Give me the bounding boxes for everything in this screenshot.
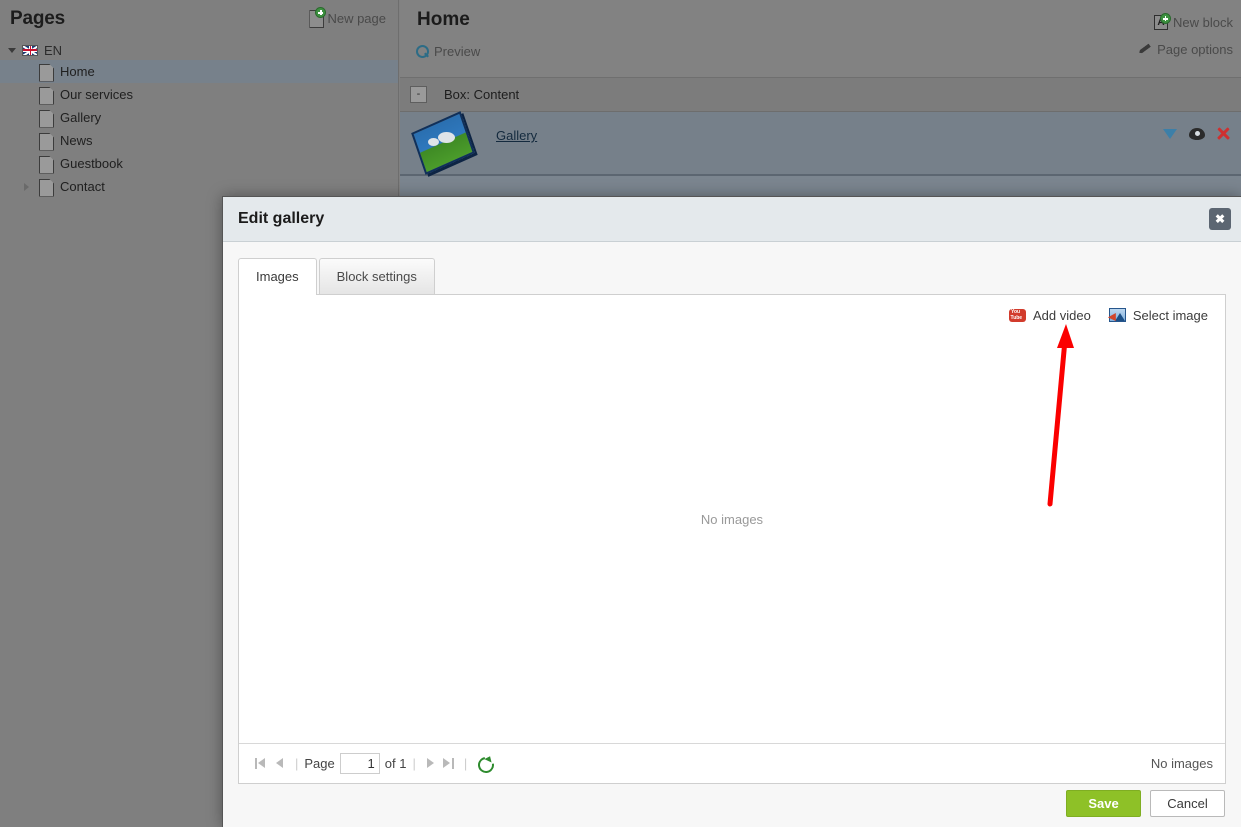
uk-flag-icon [22, 44, 38, 56]
gallery-image-icon [411, 111, 475, 175]
pager-status: No images [1150, 756, 1213, 771]
new-page-icon [309, 7, 327, 26]
page-icon [39, 64, 52, 80]
dialog-actions: Save Cancel [1066, 779, 1225, 827]
images-panel: Add video Select image No images | Page [238, 294, 1226, 784]
delete-x-icon[interactable] [1216, 126, 1231, 141]
tab-images[interactable]: Images [238, 258, 317, 295]
box-label: Box: Content [444, 87, 520, 102]
page-options-button[interactable]: Page options [1137, 42, 1233, 57]
last-page-button[interactable] [440, 755, 458, 773]
box-collapse-toggle[interactable]: - [410, 86, 427, 103]
pages-panel-header: Pages New page [0, 0, 398, 38]
sidebar-item-contact[interactable]: Contact [0, 175, 398, 198]
page-icon [39, 110, 52, 126]
page-number-input[interactable] [339, 753, 380, 774]
content-header: Home Preview A New block Page options [400, 0, 1241, 78]
pager-separator: | [412, 756, 416, 771]
sidebar-item-label: Home [60, 64, 95, 79]
page-icon [39, 179, 52, 195]
language-label: EN [44, 42, 63, 58]
box-header-row: - Box: Content [400, 78, 1241, 112]
pager-toolbar: | Page of 1 | | No images [239, 743, 1225, 783]
preview-button[interactable]: Preview [416, 44, 480, 59]
next-page-button[interactable] [422, 755, 440, 773]
pager-separator: | [463, 756, 468, 771]
search-icon [416, 45, 429, 58]
gallery-block-row[interactable]: Gallery [400, 111, 1241, 176]
dialog-title: Edit gallery [238, 210, 325, 227]
eye-icon[interactable] [1189, 127, 1205, 140]
dialog-header: Edit gallery ✖ [223, 197, 1241, 242]
sidebar-item-label: News [60, 133, 93, 148]
pencil-icon [1137, 43, 1152, 57]
chevron-down-icon[interactable] [1163, 127, 1178, 140]
pager-page-label: Page [304, 756, 335, 771]
pager-of-label: of 1 [384, 756, 407, 771]
sidebar-item-home[interactable]: Home [0, 60, 398, 83]
page-title: Home [417, 9, 470, 30]
sidebar-item-our-services[interactable]: Our services [0, 83, 398, 106]
page-options-label: Page options [1157, 42, 1233, 57]
page-icon [39, 133, 52, 149]
page-icon [39, 87, 52, 103]
pager-separator: | [295, 756, 299, 771]
save-button[interactable]: Save [1066, 789, 1141, 817]
sidebar-item-label: Our services [60, 87, 133, 102]
prev-page-button[interactable] [271, 755, 289, 773]
cancel-button[interactable]: Cancel [1150, 789, 1225, 817]
collapse-triangle-icon[interactable] [8, 47, 16, 53]
tab-label: Block settings [336, 269, 417, 284]
sidebar-item-gallery[interactable]: Gallery [0, 106, 398, 129]
expand-triangle-icon[interactable] [22, 182, 31, 191]
sidebar-item-news[interactable]: News [0, 129, 398, 152]
gallery-block-link[interactable]: Gallery [496, 128, 537, 143]
block-actions [1163, 126, 1231, 141]
page-icon [39, 156, 52, 172]
new-block-button[interactable]: A New block [1154, 13, 1233, 30]
app-backdrop: Pages New page EN Home Our services Gall… [0, 0, 1241, 827]
pages-panel-title: Pages [10, 8, 65, 29]
new-block-icon: A [1154, 13, 1172, 30]
empty-state-message: No images [700, 511, 764, 527]
sidebar-item-label: Guestbook [60, 156, 123, 171]
sidebar-item-label: Contact [60, 179, 105, 194]
sidebar-item-guestbook[interactable]: Guestbook [0, 152, 398, 175]
language-node-en[interactable]: EN [0, 40, 398, 60]
first-page-button[interactable] [253, 755, 271, 773]
new-page-button[interactable]: New page [309, 7, 386, 26]
sidebar-item-label: Gallery [60, 110, 102, 125]
tab-block-settings[interactable]: Block settings [318, 258, 435, 294]
refresh-icon[interactable] [477, 756, 492, 771]
preview-label: Preview [434, 44, 481, 59]
new-block-label: New block [1173, 15, 1233, 30]
new-page-label: New page [327, 10, 386, 26]
dialog-tabs: Images Block settings [238, 257, 1241, 295]
tab-label: Images [256, 269, 299, 284]
edit-gallery-dialog: Edit gallery ✖ Images Block settings Add… [222, 196, 1241, 827]
close-icon[interactable]: ✖ [1209, 208, 1231, 230]
